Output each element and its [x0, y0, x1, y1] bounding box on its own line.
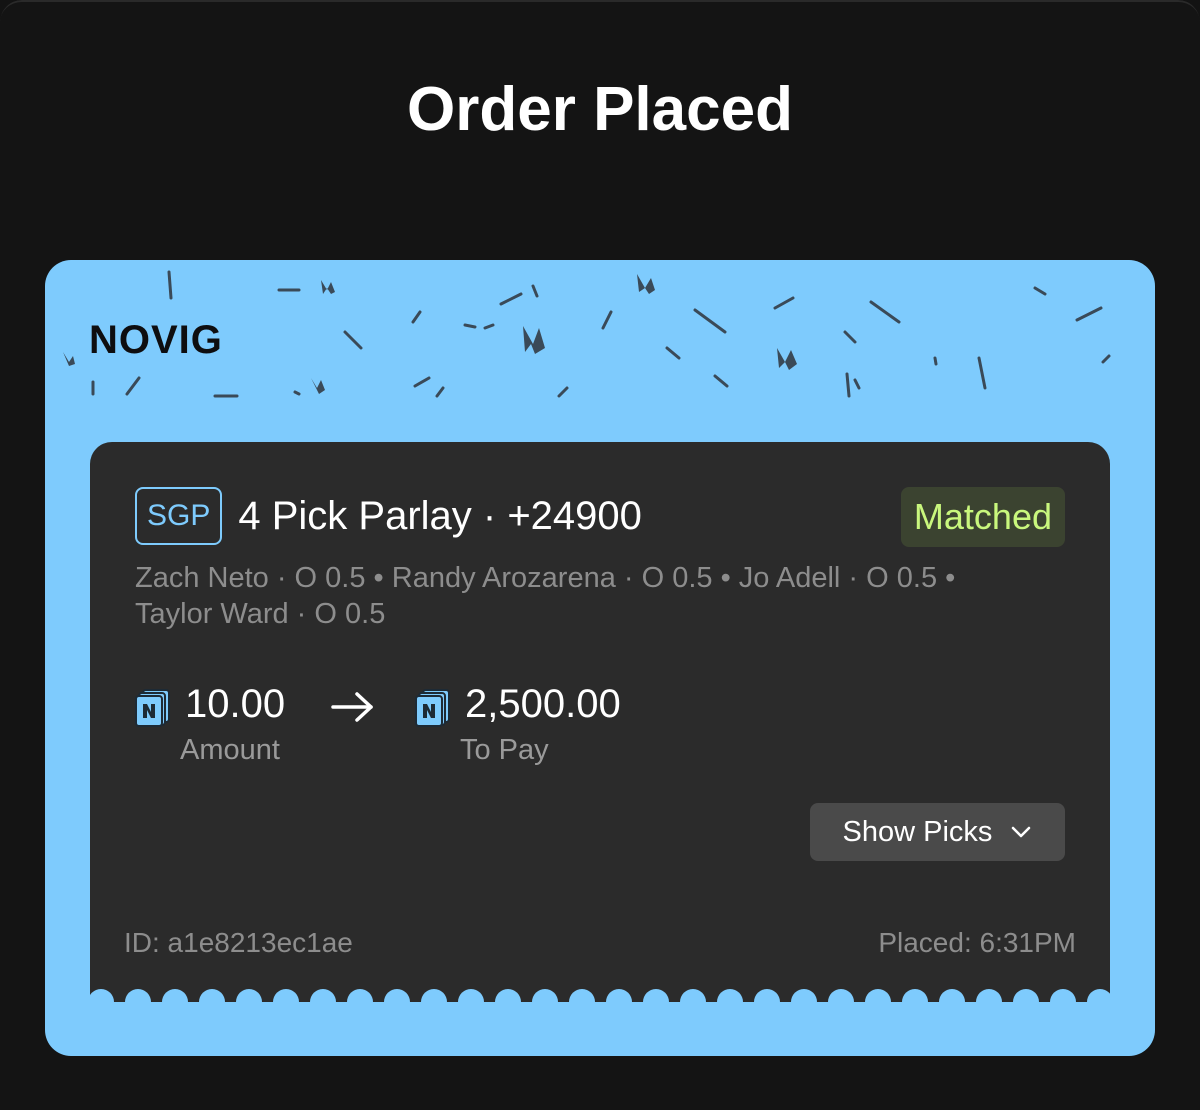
chevron-down-icon [1012, 826, 1031, 838]
ticket-scallop-edge [90, 972, 1110, 1012]
amounts-row: 10.00 Amount 2,500.00 To Pay [135, 682, 735, 782]
placed-time: Placed: 6:31PM [878, 927, 1076, 958]
show-picks-label: Show Picks [842, 815, 993, 848]
show-picks-button[interactable]: Show Picks [810, 803, 1065, 861]
payout-label: To Pay [460, 734, 549, 766]
payout-value: 2,500.00 [465, 682, 621, 726]
page-title: Order Placed [407, 75, 793, 144]
novig-coin-icon [415, 689, 450, 727]
bet-header: SGP 4 Pick Parlay · +24900 [135, 487, 642, 545]
stake-value: 10.00 [185, 682, 286, 726]
order-id: ID: a1e8213ec1ae [124, 927, 353, 958]
novig-logo: NOVIG [89, 318, 223, 362]
novig-coin-icon [135, 689, 170, 727]
status-badge: Matched [900, 487, 1065, 547]
picks-summary: Zach Neto · O 0.5 • Randy Arozarena · O … [135, 562, 956, 630]
order-placed-screen: Order Placed NOVIG SGP 4 Pick Parlay · +… [0, 0, 1200, 1110]
arrow-right-icon [331, 692, 373, 722]
stake-label: Amount [180, 734, 280, 766]
bet-ticket: NOVIG SGP 4 Pick Parlay · +24900 Matched… [45, 260, 1155, 1056]
sgp-badge: SGP [135, 487, 223, 545]
sheet-top-edge [0, 0, 1200, 40]
bet-title: 4 Pick Parlay · +24900 [238, 493, 642, 538]
bet-card: SGP 4 Pick Parlay · +24900 Matched Zach … [90, 442, 1110, 1002]
